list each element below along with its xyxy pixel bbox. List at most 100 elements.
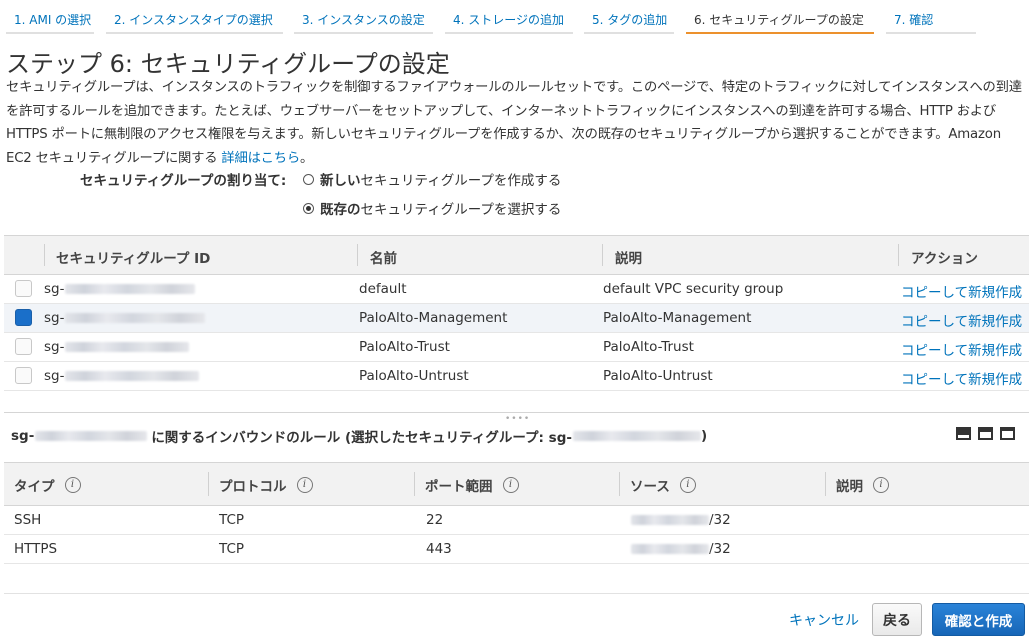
copy-to-new-link[interactable]: コピーして新規作成 [901, 339, 1022, 359]
table-row[interactable]: sg- PaloAlto-Management PaloAlto-Managem… [4, 304, 1029, 333]
radio-new-sg[interactable]: 新しい セキュリティグループを作成する [303, 169, 561, 189]
copy-to-new-link[interactable]: コピーして新規作成 [901, 368, 1022, 388]
header-separator[interactable] [602, 244, 603, 266]
row-checkbox[interactable] [15, 338, 32, 355]
header-port-range: ポート範囲 i [425, 475, 519, 495]
step-navigation: 1. AMI の選択 2. インスタンスタイプの選択 3. インスタンスの設定 … [0, 0, 1034, 36]
page-description: セキュリティグループは、インスタンスのトラフィックを制御するファイアウォールのル… [6, 76, 1026, 170]
inbound-title-end: ) [700, 428, 708, 444]
inbound-title-middle: に関するインバウンドのルール (選択したセキュリティグループ: sg- [151, 430, 572, 446]
review-and-launch-button[interactable]: 確認と作成 [932, 603, 1025, 636]
step-review[interactable]: 7. 確認 [886, 8, 976, 34]
sg-id-cell: sg- [44, 368, 200, 384]
redacted-ip [631, 544, 709, 554]
step-instance-type[interactable]: 2. インスタンスタイプの選択 [106, 8, 283, 34]
rule-port-cell: 22 [426, 512, 444, 528]
table-row[interactable]: sg- default default VPC security group コ… [4, 275, 1029, 304]
rule-source-cell: /32 [630, 541, 731, 557]
radio-new-bold: 新しい [320, 173, 361, 189]
assignment-label: セキュリティグループの割り当て: [80, 173, 287, 189]
rule-protocol-cell: TCP [219, 512, 245, 528]
sg-name-cell: PaloAlto-Management [359, 310, 508, 326]
page-title: ステップ 6: セキュリティグループの設定 [6, 50, 450, 78]
learn-more-link[interactable]: 詳細はこちら [221, 151, 300, 166]
step-tags[interactable]: 5. タグの追加 [584, 8, 674, 34]
header-separator [414, 472, 415, 496]
back-button[interactable]: 戻る [872, 603, 922, 636]
header-type: タイプ i [14, 475, 81, 495]
header-separator[interactable] [44, 244, 45, 266]
step-instance-config[interactable]: 3. インスタンスの設定 [294, 8, 433, 34]
radio-new-label: セキュリティグループを作成する [360, 173, 562, 189]
header-protocol: プロトコル i [219, 475, 313, 495]
info-icon[interactable]: i [873, 477, 889, 493]
radio-existing-sg-button[interactable] [303, 202, 314, 214]
rule-type-cell: HTTPS [14, 541, 58, 557]
header-type-label: タイプ [14, 479, 55, 495]
row-checkbox[interactable] [15, 309, 32, 326]
sg-name-cell: default [359, 281, 407, 297]
sg-description-cell: PaloAlto-Management [603, 310, 752, 326]
copy-to-new-link[interactable]: コピーして新規作成 [901, 281, 1022, 301]
header-protocol-label: プロトコル [219, 479, 287, 495]
sg-name-cell: PaloAlto-Untrust [359, 368, 469, 384]
header-source: ソース i [630, 475, 696, 495]
info-icon[interactable]: i [679, 477, 696, 493]
inbound-rules-title: sg- に関するインバウンドのルール (選択したセキュリティグループ: sg-) [11, 426, 707, 446]
resize-handle-icon[interactable]: •••• [505, 414, 530, 424]
copy-to-new-link[interactable]: コピーして新規作成 [901, 310, 1022, 330]
row-checkbox[interactable] [15, 280, 32, 297]
sg-table-header: セキュリティグループ ID 名前 説明 アクション [4, 235, 1029, 275]
panel-divider[interactable] [4, 412, 1029, 413]
info-icon[interactable]: i [296, 477, 313, 493]
rule-source-suffix: /32 [709, 512, 731, 528]
redacted-id [65, 284, 196, 294]
radio-existing-bold: 既存の [320, 202, 361, 218]
inbound-rules-table: タイプ i プロトコル i ポート範囲 i ソース i 説明 i SSH TCP 22 /… [4, 462, 1029, 564]
redacted-id [65, 371, 200, 381]
header-separator[interactable] [357, 244, 358, 266]
layout-full-icon[interactable] [1000, 427, 1015, 440]
redacted-id [65, 342, 190, 352]
redacted-ip [631, 515, 709, 525]
header-description[interactable]: 説明 [615, 247, 642, 267]
sg-description-cell: PaloAlto-Trust [603, 339, 694, 355]
header-rule-description: 説明 i [836, 475, 889, 495]
sg-description-cell: default VPC security group [603, 281, 784, 297]
redacted-id [35, 431, 148, 441]
rules-table-header: タイプ i プロトコル i ポート範囲 i ソース i 説明 i [4, 462, 1029, 506]
row-checkbox[interactable] [15, 367, 32, 384]
header-separator [619, 472, 620, 496]
footer-divider [4, 593, 1029, 594]
header-sg-id[interactable]: セキュリティグループ ID [56, 247, 210, 267]
sg-name-cell: PaloAlto-Trust [359, 339, 450, 355]
radio-existing-sg[interactable]: 既存の セキュリティグループを選択する [303, 198, 561, 218]
rule-type-cell: SSH [14, 512, 42, 528]
table-row[interactable]: sg- PaloAlto-Untrust PaloAlto-Untrust コピ… [4, 362, 1029, 391]
redacted-id [65, 313, 206, 323]
step-security-group[interactable]: 6. セキュリティグループの設定 [686, 8, 874, 34]
layout-bottom-icon[interactable] [956, 427, 971, 440]
sg-id-cell: sg- [44, 310, 206, 326]
header-actions: アクション [911, 251, 978, 267]
sg-id-prefix: sg- [44, 339, 65, 355]
rule-protocol-cell: TCP [219, 541, 245, 557]
header-separator[interactable] [898, 244, 899, 266]
radio-existing-label: セキュリティグループを選択する [360, 202, 562, 218]
table-row: HTTPS TCP 443 /32 [4, 535, 1029, 564]
sg-id-prefix: sg- [44, 310, 65, 326]
security-group-table: セキュリティグループ ID 名前 説明 アクション sg- default de… [4, 235, 1029, 391]
inbound-sg-prefix: sg- [11, 428, 35, 444]
info-icon[interactable]: i [64, 477, 81, 493]
layout-split-icon[interactable] [978, 427, 993, 440]
table-row[interactable]: sg- PaloAlto-Trust PaloAlto-Trust コピーして新… [4, 333, 1029, 362]
cancel-button[interactable]: キャンセル [789, 610, 859, 630]
header-name[interactable]: 名前 [370, 247, 397, 267]
info-icon[interactable]: i [502, 477, 519, 493]
sg-id-prefix: sg- [44, 368, 65, 384]
description-period: 。 [299, 150, 314, 166]
step-storage[interactable]: 4. ストレージの追加 [445, 8, 573, 34]
header-separator [825, 472, 826, 496]
step-ami[interactable]: 1. AMI の選択 [6, 8, 94, 34]
radio-new-sg-button[interactable] [303, 173, 314, 185]
